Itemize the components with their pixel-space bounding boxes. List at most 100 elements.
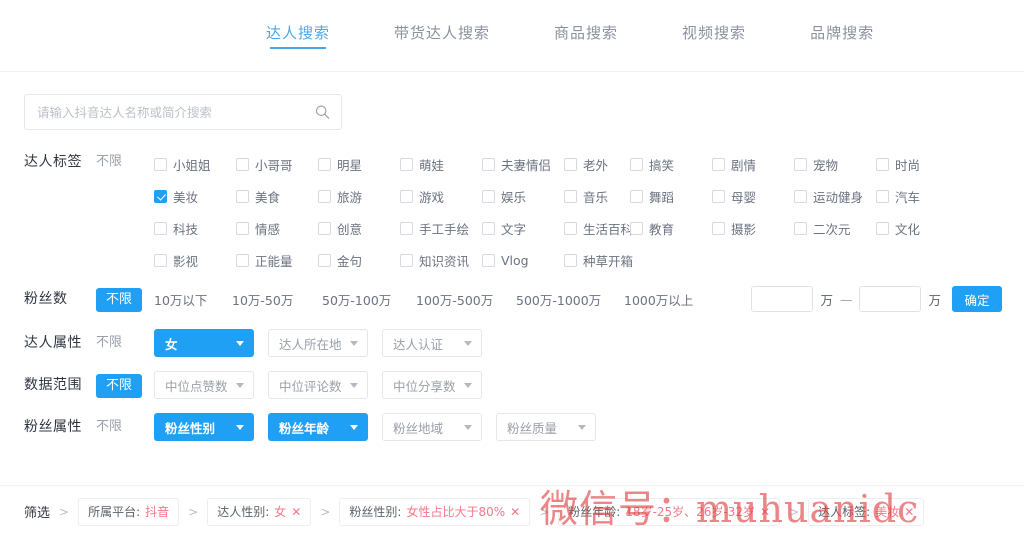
tag-checkbox-舞蹈[interactable]: 舞蹈 <box>630 187 674 206</box>
checkbox-icon[interactable] <box>154 253 167 267</box>
tag-checkbox-科技[interactable]: 科技 <box>154 219 198 238</box>
chevron-down-icon[interactable] <box>236 341 244 346</box>
checkbox-icon[interactable] <box>876 221 889 235</box>
chevron-down-icon[interactable] <box>464 341 472 346</box>
fans-count-unlimited-option[interactable]: 不限 <box>96 288 142 312</box>
tag-checkbox-娱乐[interactable]: 娱乐 <box>482 187 526 206</box>
tag-checkbox-明星[interactable]: 明星 <box>318 155 362 174</box>
tag-checkbox-母婴[interactable]: 母婴 <box>712 187 756 206</box>
fans-count-max-input[interactable] <box>859 286 922 312</box>
checkbox-icon[interactable] <box>400 221 413 235</box>
checkbox-icon[interactable] <box>482 189 495 203</box>
chevron-down-icon[interactable] <box>350 425 358 430</box>
search-box[interactable] <box>24 94 342 130</box>
dropdown-中位点赞数[interactable]: 中位点赞数 <box>154 371 254 399</box>
dropdown-达人认证[interactable]: 达人认证 <box>382 329 482 357</box>
tag-checkbox-摄影[interactable]: 摄影 <box>712 219 756 238</box>
tag-checkbox-宠物[interactable]: 宠物 <box>794 155 838 174</box>
checkbox-icon[interactable] <box>400 253 413 267</box>
tag-checkbox-情感[interactable]: 情感 <box>236 219 280 238</box>
checkbox-icon[interactable] <box>630 157 643 171</box>
fans-count-confirm-button[interactable]: 确定 <box>952 286 1002 312</box>
checkbox-icon[interactable] <box>482 157 495 171</box>
fans-count-option-3[interactable]: 100万-500万 <box>416 290 493 309</box>
tag-checkbox-文化[interactable]: 文化 <box>876 219 920 238</box>
chevron-down-icon[interactable] <box>350 341 358 346</box>
dropdown-女[interactable]: 女 <box>154 329 254 357</box>
dropdown-粉丝地域[interactable]: 粉丝地域 <box>382 413 482 441</box>
tag-checkbox-夫妻情侣[interactable]: 夫妻情侣 <box>482 155 551 174</box>
tag-checkbox-老外[interactable]: 老外 <box>564 155 608 174</box>
dropdown-粉丝年龄[interactable]: 粉丝年龄 <box>268 413 368 441</box>
remove-chip-icon[interactable]: ✕ <box>760 506 770 518</box>
checkbox-icon[interactable] <box>630 189 643 203</box>
tag-checkbox-生活百科[interactable]: 生活百科 <box>564 219 633 238</box>
search-input[interactable] <box>25 95 341 129</box>
chevron-down-icon[interactable] <box>236 425 244 430</box>
filter-chip-1[interactable]: 达人性别: 女 ✕ <box>207 497 312 526</box>
dropdown-粉丝质量[interactable]: 粉丝质量 <box>496 413 596 441</box>
checkbox-icon[interactable] <box>236 189 249 203</box>
checkbox-icon[interactable] <box>154 157 167 171</box>
checkbox-icon[interactable] <box>876 157 889 171</box>
checkbox-icon[interactable] <box>400 189 413 203</box>
data-range-unlimited-option[interactable]: 不限 <box>96 374 142 398</box>
checkbox-icon[interactable] <box>876 189 889 203</box>
tag-checkbox-Vlog[interactable]: Vlog <box>482 253 529 268</box>
tag-checkbox-种草开箱[interactable]: 种草开箱 <box>564 251 633 270</box>
chevron-down-icon[interactable] <box>464 383 472 388</box>
tag-checkbox-影视[interactable]: 影视 <box>154 251 198 270</box>
tab-0[interactable]: 达人搜索 <box>264 0 332 43</box>
checkbox-icon[interactable] <box>318 189 331 203</box>
tag-checkbox-搞笑[interactable]: 搞笑 <box>630 155 674 174</box>
filter-chip-3[interactable]: 粉丝年龄: 18岁-25岁、26岁-32岁 ✕ <box>558 497 781 526</box>
checkbox-icon[interactable] <box>154 189 167 203</box>
remove-chip-icon[interactable]: ✕ <box>510 506 520 518</box>
tab-2[interactable]: 商品搜索 <box>552 0 620 43</box>
fans-count-option-5[interactable]: 1000万以上 <box>624 290 693 309</box>
tag-checkbox-时尚[interactable]: 时尚 <box>876 155 920 174</box>
checkbox-icon[interactable] <box>712 189 725 203</box>
tag-checkbox-小姐姐[interactable]: 小姐姐 <box>154 155 211 174</box>
influencer-attr-unlimited-option[interactable]: 不限 <box>96 329 154 357</box>
tab-4[interactable]: 品牌搜索 <box>808 0 876 43</box>
fans-count-option-2[interactable]: 50万-100万 <box>322 290 391 309</box>
fans-count-option-0[interactable]: 10万以下 <box>154 290 207 309</box>
tag-checkbox-美妆[interactable]: 美妆 <box>154 187 198 206</box>
checkbox-icon[interactable] <box>154 221 167 235</box>
checkbox-icon[interactable] <box>794 189 807 203</box>
tag-checkbox-汽车[interactable]: 汽车 <box>876 187 920 206</box>
checkbox-icon[interactable] <box>630 221 643 235</box>
checkbox-icon[interactable] <box>236 253 249 267</box>
dropdown-达人所在地[interactable]: 达人所在地 <box>268 329 368 357</box>
checkbox-icon[interactable] <box>794 221 807 235</box>
chevron-down-icon[interactable] <box>236 383 244 388</box>
chevron-down-icon[interactable] <box>350 383 358 388</box>
checkbox-icon[interactable] <box>236 157 249 171</box>
remove-chip-icon[interactable]: ✕ <box>904 506 914 518</box>
tag-checkbox-知识资讯[interactable]: 知识资讯 <box>400 251 469 270</box>
checkbox-icon[interactable] <box>400 157 413 171</box>
tag-checkbox-手工手绘[interactable]: 手工手绘 <box>400 219 469 238</box>
tag-checkbox-文字[interactable]: 文字 <box>482 219 526 238</box>
tag-checkbox-金句[interactable]: 金句 <box>318 251 362 270</box>
fans-count-min-input[interactable] <box>751 286 814 312</box>
tag-checkbox-创意[interactable]: 创意 <box>318 219 362 238</box>
dropdown-中位分享数[interactable]: 中位分享数 <box>382 371 482 399</box>
tag-checkbox-音乐[interactable]: 音乐 <box>564 187 608 206</box>
filter-chip-0[interactable]: 所属平台: 抖音 <box>78 497 180 526</box>
checkbox-icon[interactable] <box>482 221 495 235</box>
fans-count-option-1[interactable]: 10万-50万 <box>232 290 293 309</box>
filter-chip-4[interactable]: 达人标签: 美妆 ✕ <box>808 497 925 526</box>
filter-chip-2[interactable]: 粉丝性别: 女性占比大于80% ✕ <box>339 497 531 526</box>
checkbox-icon[interactable] <box>564 157 577 171</box>
tab-1[interactable]: 带货达人搜索 <box>392 0 492 43</box>
tab-3[interactable]: 视频搜索 <box>680 0 748 43</box>
tag-checkbox-游戏[interactable]: 游戏 <box>400 187 444 206</box>
tag-checkbox-小哥哥[interactable]: 小哥哥 <box>236 155 293 174</box>
chevron-down-icon[interactable] <box>464 425 472 430</box>
tags-unlimited-option[interactable]: 不限 <box>96 148 154 176</box>
checkbox-icon[interactable] <box>318 157 331 171</box>
dropdown-粉丝性别[interactable]: 粉丝性别 <box>154 413 254 441</box>
tag-checkbox-正能量[interactable]: 正能量 <box>236 251 293 270</box>
